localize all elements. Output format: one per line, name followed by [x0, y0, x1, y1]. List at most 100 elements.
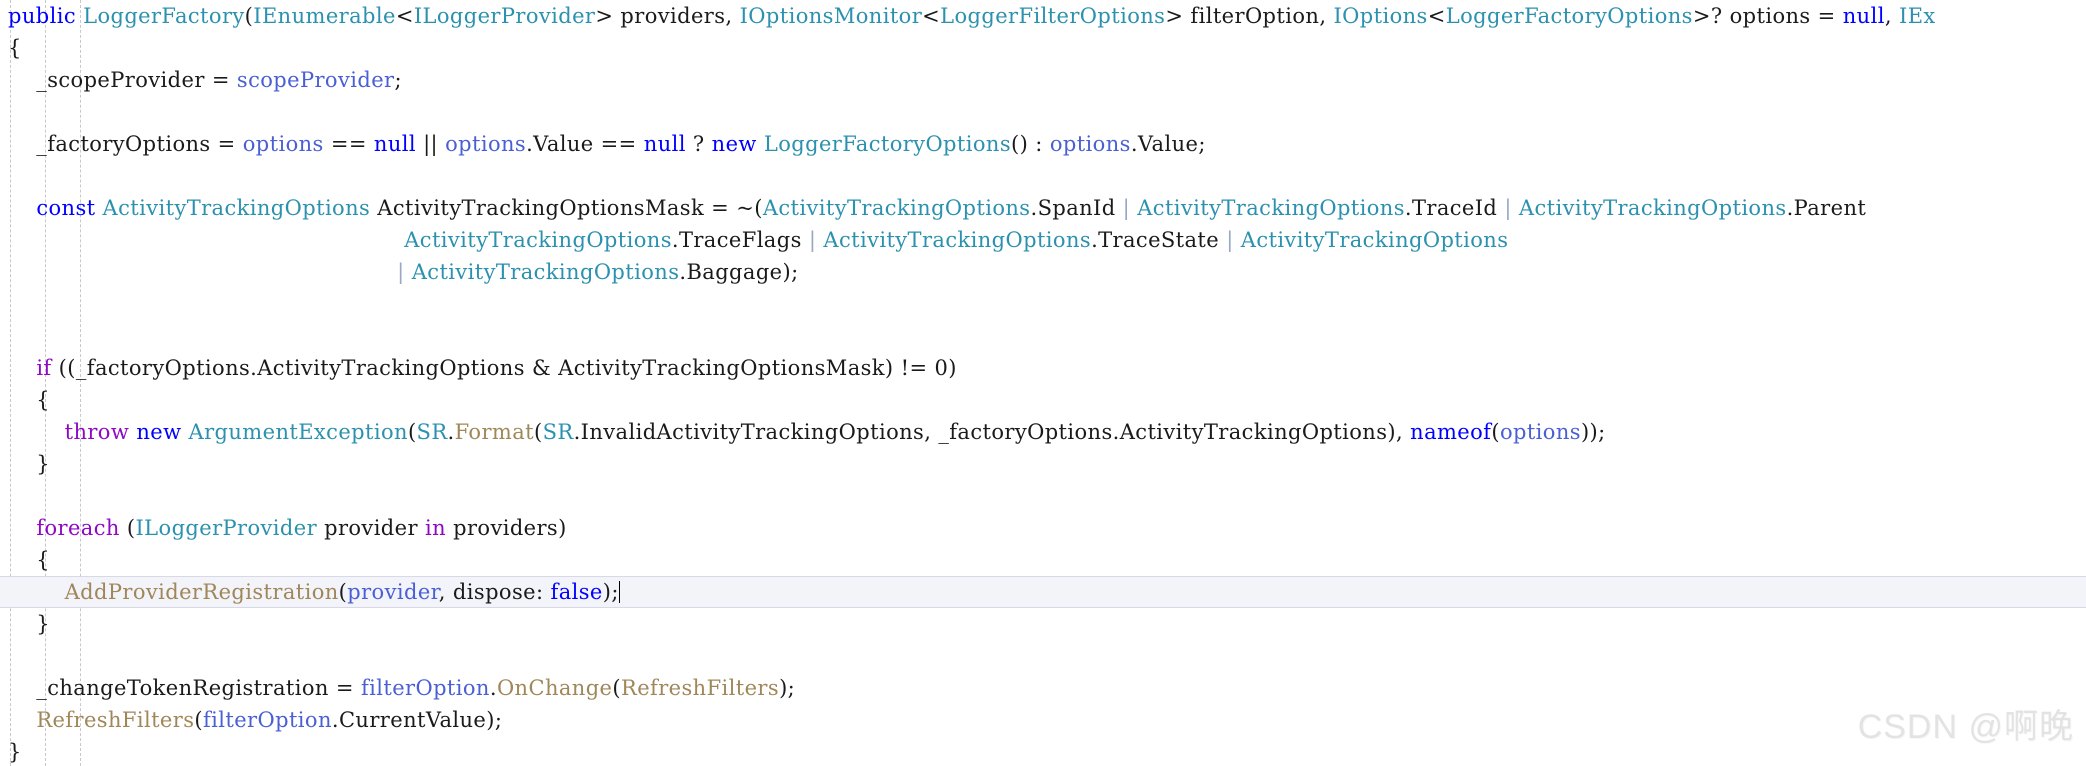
code-token-keyword: null — [373, 132, 416, 156]
code-line[interactable]: _changeTokenRegistration = filterOption.… — [0, 672, 2086, 704]
code-token-plain: _factoryOptions = — [8, 132, 243, 156]
code-token-type: LoggerFactory — [83, 4, 245, 28]
code-line[interactable]: const ActivityTrackingOptions ActivityTr… — [0, 192, 2086, 224]
code-token-keyword: new — [136, 420, 182, 444]
code-token-plain: .Baggage); — [679, 260, 799, 284]
code-token-type: ActivityTrackingOptions — [1137, 196, 1405, 220]
code-token-punct: ( — [338, 580, 348, 604]
code-line[interactable]: | ActivityTrackingOptions.Baggage); — [0, 256, 2086, 288]
code-line[interactable]: } — [0, 448, 2086, 480]
code-token-keyword: null — [1842, 4, 1885, 28]
code-token-type: ActivityTrackingOptions — [102, 196, 371, 220]
code-token-plain: .InvalidActivityTrackingOptions, _factor… — [573, 420, 1411, 444]
code-token-plain: || — [416, 132, 446, 156]
code-line[interactable] — [0, 320, 2086, 352]
code-line[interactable]: foreach (ILoggerProvider provider in pro… — [0, 512, 2086, 544]
code-line[interactable] — [0, 160, 2086, 192]
code-token-control: foreach — [36, 516, 120, 540]
code-token-plain: ? — [685, 132, 712, 156]
code-token-pipe: | — [1504, 196, 1512, 220]
code-line[interactable]: { — [0, 32, 2086, 64]
code-token-parameter: options — [1499, 420, 1581, 444]
code-token-plain: .TraceFlags — [671, 228, 809, 252]
code-token-punct: ( — [194, 708, 203, 732]
code-token-plain: == — [323, 132, 374, 156]
code-token-keyword: null — [643, 132, 686, 156]
code-line-current[interactable]: AddProviderRegistration(provider, dispos… — [0, 576, 2086, 608]
code-token-type: ActivityTrackingOptions — [404, 228, 672, 252]
code-line[interactable]: if ((_factoryOptions.ActivityTrackingOpt… — [0, 352, 2086, 384]
code-line[interactable]: } — [0, 736, 2086, 766]
code-token-type: IOptionsMonitor — [739, 4, 923, 28]
code-line[interactable]: throw new ArgumentException(SR.Format(SR… — [0, 416, 2086, 448]
code-token-punct: } — [8, 612, 51, 636]
code-token-method: AddProviderRegistration — [64, 580, 339, 604]
code-line[interactable]: _factoryOptions = options == null || opt… — [0, 128, 2086, 160]
code-token-plain: .Value; — [1130, 132, 1206, 156]
code-token-punct: < — [922, 4, 941, 28]
code-token-plain: , dispose: — [438, 580, 551, 604]
code-editor-surface[interactable]: public LoggerFactory(IEnumerable<ILogger… — [0, 0, 2086, 766]
code-token-keyword: false — [550, 580, 603, 604]
code-token-parameter: filterOption — [202, 708, 332, 732]
code-token-type: SR — [416, 420, 448, 444]
code-token-type: IEnumerable — [253, 4, 396, 28]
code-token-type: ActivityTrackingOptions — [1518, 196, 1787, 220]
code-token-control: throw — [64, 420, 130, 444]
code-token-punct: ; — [394, 68, 402, 92]
code-token-plain: .TraceState — [1091, 228, 1227, 252]
code-token-punct: < — [395, 4, 414, 28]
code-token-type: IEx — [1899, 4, 1936, 28]
code-token-plain: _scopeProvider = — [8, 68, 237, 92]
code-line[interactable]: RefreshFilters(filterOption.CurrentValue… — [0, 704, 2086, 736]
code-line[interactable]: { — [0, 384, 2086, 416]
code-token-pipe: | — [397, 260, 405, 284]
code-line[interactable]: public LoggerFactory(IEnumerable<ILogger… — [0, 0, 2086, 32]
code-line[interactable] — [0, 480, 2086, 512]
code-token-punct: ( — [119, 516, 136, 540]
code-token-punct: { — [8, 388, 51, 412]
code-line[interactable]: ActivityTrackingOptions.TraceFlags | Act… — [0, 224, 2086, 256]
code-token-plain: _changeTokenRegistration = — [8, 676, 361, 700]
code-token-control: if — [36, 356, 52, 380]
code-token-parameter: options — [242, 132, 324, 156]
text-caret — [618, 581, 620, 603]
code-token-type: ILoggerProvider — [413, 4, 596, 28]
code-token-punct: .CurrentValue); — [331, 708, 503, 732]
code-token-pipe: | — [1226, 228, 1234, 252]
code-token-method: RefreshFilters — [36, 708, 195, 732]
code-token-punct: } — [8, 452, 51, 476]
code-line[interactable] — [0, 96, 2086, 128]
code-token-method: Format — [454, 420, 534, 444]
code-line[interactable]: { — [0, 544, 2086, 576]
code-token-method: RefreshFilters — [620, 676, 780, 700]
code-token-type: LoggerFactoryOptions — [763, 132, 1012, 156]
code-token-type: ActivityTrackingOptions — [411, 260, 680, 284]
code-token-parameter: options — [1049, 132, 1131, 156]
code-token-punct: ); — [602, 580, 619, 604]
code-token-plain: .SpanId — [1030, 196, 1123, 220]
code-token-plain: , — [1884, 4, 1899, 28]
code-token-parameter: options — [445, 132, 527, 156]
code-line[interactable] — [0, 288, 2086, 320]
code-line[interactable] — [0, 640, 2086, 672]
code-line[interactable]: _scopeProvider = scopeProvider; — [0, 64, 2086, 96]
code-token-plain: provider — [317, 516, 425, 540]
code-token-punct: ( — [534, 420, 543, 444]
code-line[interactable]: } — [0, 608, 2086, 640]
code-text-area[interactable]: public LoggerFactory(IEnumerable<ILogger… — [0, 0, 2086, 766]
code-token-punct: { — [8, 36, 22, 60]
code-token-plain: > providers, — [595, 4, 740, 28]
